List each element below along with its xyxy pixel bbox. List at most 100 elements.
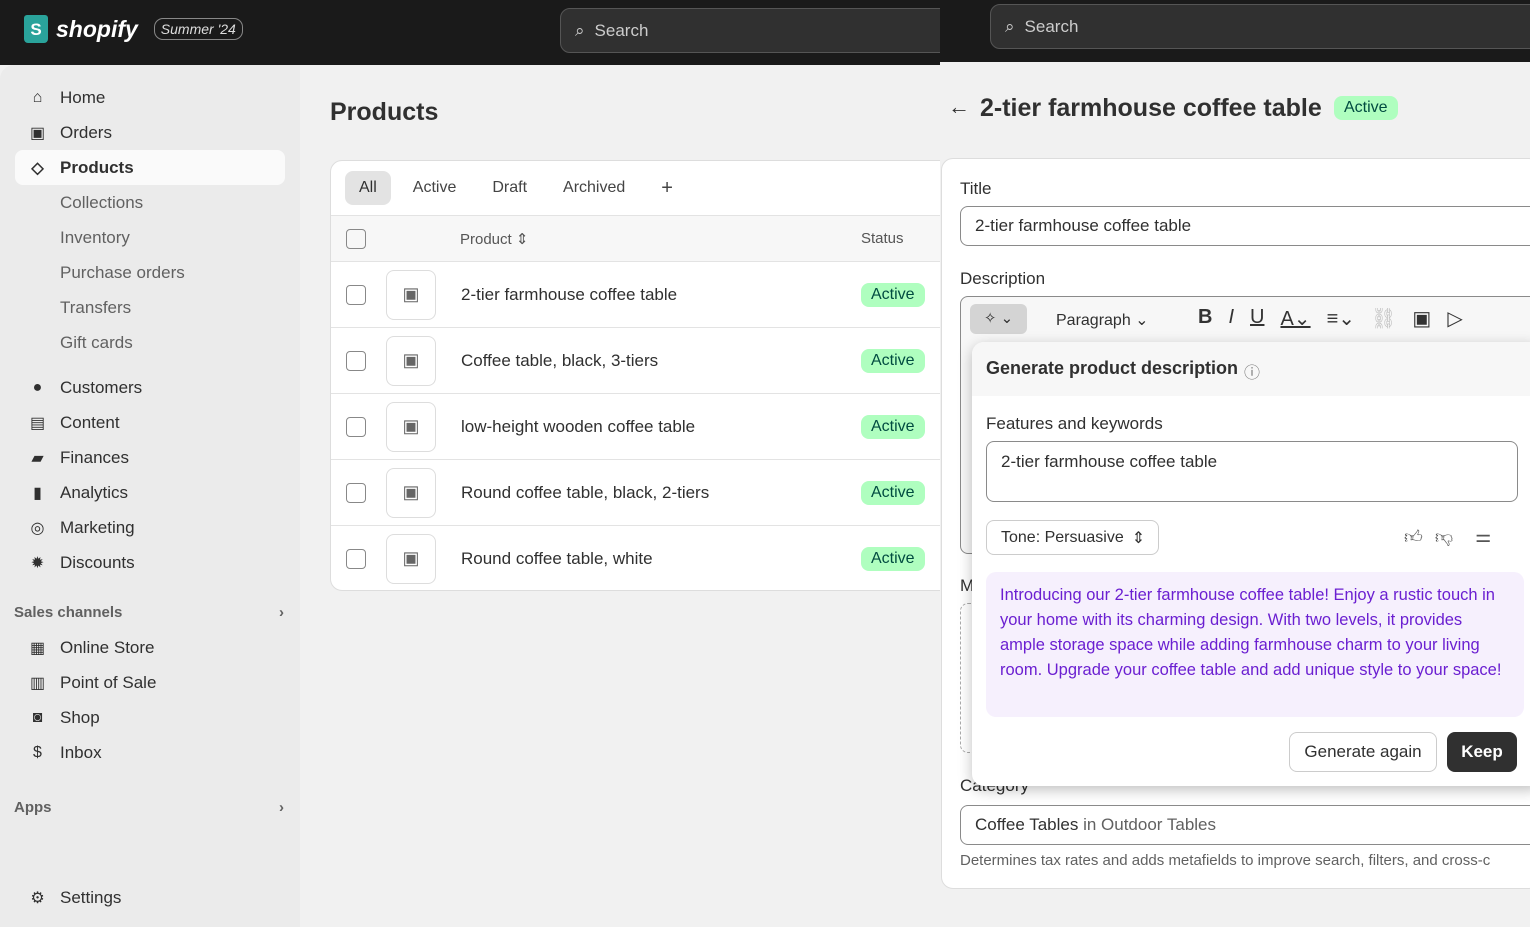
sidebar-item-inbox[interactable]: $ Inbox [15, 735, 285, 770]
page-title: Products [330, 98, 439, 126]
status-badge: Active [861, 348, 925, 373]
row-checkbox[interactable] [346, 482, 366, 503]
info-icon[interactable]: ⓘ [1244, 359, 1260, 383]
product-name[interactable]: Round coffee table, white [461, 549, 861, 569]
nav-label: Inbox [60, 742, 102, 762]
col-label: Product [460, 230, 512, 248]
generate-again-button[interactable]: Generate again [1289, 732, 1437, 772]
tone-value: Tone: Persuasive [1001, 528, 1124, 546]
sidebar-item-gift-cards[interactable]: Gift cards [15, 325, 285, 360]
features-label: Features and keywords [986, 414, 1163, 433]
sidebar-item-content[interactable]: ▤ Content [15, 405, 285, 440]
product-name[interactable]: 2-tier farmhouse coffee table [461, 285, 861, 305]
add-view-plus-icon[interactable]: + [647, 169, 687, 208]
table-header: Product ⇕ Status [331, 216, 969, 262]
sidebar-item-collections[interactable]: Collections [15, 185, 285, 220]
table-row[interactable]: ▣ Coffee table, black, 3-tiers Active [331, 328, 969, 394]
apps-header[interactable]: Apps › [14, 799, 284, 816]
popover-heading: Generate product description [986, 358, 1239, 378]
sidebar-item-settings[interactable]: ⚙ Settings [15, 880, 285, 915]
product-name[interactable]: Coffee table, black, 3-tiers [461, 351, 861, 371]
nav-label: Products [60, 157, 134, 177]
sidebar-item-shop[interactable]: ◙ Shop [15, 700, 285, 735]
sidebar-item-transfers[interactable]: Transfers [15, 290, 285, 325]
sidebar-item-online-store[interactable]: ▦ Online Store [15, 630, 285, 665]
image-icon[interactable]: ▣ [1412, 306, 1431, 331]
sort-icon: ⇕ [515, 230, 529, 248]
back-arrow-icon[interactable]: ← [948, 94, 970, 120]
sidebar-item-inventory[interactable]: Inventory [15, 220, 285, 255]
person-icon: ● [32, 378, 43, 396]
sparkle-icon: ✧ ⌄ [983, 310, 1014, 327]
keep-button[interactable]: Keep [1447, 732, 1517, 772]
shop-icon: ◙ [32, 708, 43, 726]
bank-icon: ▰ [31, 449, 44, 467]
tone-select[interactable]: Tone: Persuasive ⇕ [986, 520, 1159, 555]
tab-archived[interactable]: Archived [549, 171, 639, 205]
video-icon[interactable]: ▷ [1447, 306, 1462, 331]
sales-channels-header[interactable]: Sales channels › [14, 604, 284, 621]
sidebar-item-orders[interactable]: ▣ Orders [15, 115, 285, 150]
sidebar-item-marketing[interactable]: ◎ Marketing [15, 510, 285, 545]
sidebar-item-customers[interactable]: ● Customers [15, 370, 285, 405]
row-checkbox[interactable] [346, 284, 366, 305]
link-icon[interactable]: ⛓ [1371, 306, 1396, 331]
pos-icon: ▥ [29, 674, 46, 692]
status-badge: Active [861, 414, 925, 439]
discount-icon: ✹ [30, 554, 45, 572]
select-all-checkbox[interactable] [346, 228, 366, 249]
sidebar-item-purchase-orders[interactable]: Purchase orders [15, 255, 285, 290]
product-column-header[interactable]: Product ⇕ [460, 230, 861, 248]
nav-label: Finances [60, 447, 129, 467]
detail-search-input[interactable]: ⌕ Search [990, 4, 1530, 49]
apps-label: Apps [14, 799, 52, 816]
nav-label: Marketing [60, 517, 135, 537]
tab-all[interactable]: All [345, 171, 391, 205]
row-checkbox[interactable] [346, 416, 366, 437]
sidebar-item-analytics[interactable]: ▮ Analytics [15, 475, 285, 510]
tab-draft[interactable]: Draft [478, 171, 541, 205]
title-input[interactable]: 2-tier farmhouse coffee table [960, 206, 1530, 246]
sidebar-item-point-of-sale[interactable]: ▥ Point of Sale [15, 665, 285, 700]
nav-label: Purchase orders [60, 262, 185, 282]
thumbs-down-icon[interactable]: 👎︎ [1435, 526, 1453, 548]
shopify-logo[interactable]: S shopify Summer '24 [24, 15, 243, 43]
nav-label: Transfers [60, 297, 132, 317]
tab-active[interactable]: Active [399, 171, 471, 205]
table-row[interactable]: ▣ Round coffee table, white Active [331, 526, 969, 590]
bold-icon[interactable]: B [1198, 306, 1212, 331]
sidebar-item-home[interactable]: ⌂ Home [15, 80, 285, 115]
table-row[interactable]: ▣ low-height wooden coffee table Active [331, 394, 969, 460]
image-placeholder-icon: ▣ [386, 533, 436, 584]
text-color-icon[interactable]: A⌄ [1280, 306, 1310, 331]
table-row[interactable]: ▣ 2-tier farmhouse coffee table Active [331, 262, 969, 328]
sidebar-item-discounts[interactable]: ✹ Discounts [15, 545, 285, 580]
ai-sparkle-button[interactable]: ✧ ⌄ [970, 304, 1027, 334]
product-name[interactable]: Round coffee table, black, 2-tiers [461, 483, 861, 503]
settings-sliders-icon[interactable]: ⚌ [1475, 526, 1491, 548]
category-parent: in Outdoor Tables [1078, 815, 1217, 834]
features-input[interactable]: 2-tier farmhouse coffee table [986, 441, 1518, 502]
category-input[interactable]: Coffee Tables in Outdoor Tables [960, 805, 1530, 845]
align-icon[interactable]: ≡⌄ [1327, 306, 1355, 331]
underline-icon[interactable]: U [1250, 306, 1264, 331]
nav-label: Customers [60, 377, 143, 397]
status-badge: Active [861, 480, 925, 505]
search-placeholder: Search [1024, 16, 1079, 36]
thumbs-up-icon[interactable]: 👍︎ [1404, 526, 1423, 548]
content-icon: ▤ [29, 414, 46, 432]
row-checkbox[interactable] [346, 350, 366, 371]
product-name[interactable]: low-height wooden coffee table [461, 417, 861, 437]
nav-label: Settings [60, 887, 122, 907]
table-row[interactable]: ▣ Round coffee table, black, 2-tiers Activ… [331, 460, 969, 526]
italic-icon[interactable]: I [1228, 306, 1234, 331]
paragraph-dropdown[interactable]: Paragraph ⌄ [1056, 310, 1149, 330]
sidebar-item-products[interactable]: ◇ Products [15, 150, 285, 185]
chevron-right-icon: › [279, 799, 284, 816]
chevron-right-icon: › [279, 604, 284, 621]
edition-badge[interactable]: Summer '24 [153, 18, 243, 40]
search-input[interactable]: ⌕ Search [560, 8, 950, 53]
sidebar-item-finances[interactable]: ▰ Finances [15, 440, 285, 475]
search-icon: ⌕ [575, 20, 585, 40]
row-checkbox[interactable] [346, 548, 366, 569]
